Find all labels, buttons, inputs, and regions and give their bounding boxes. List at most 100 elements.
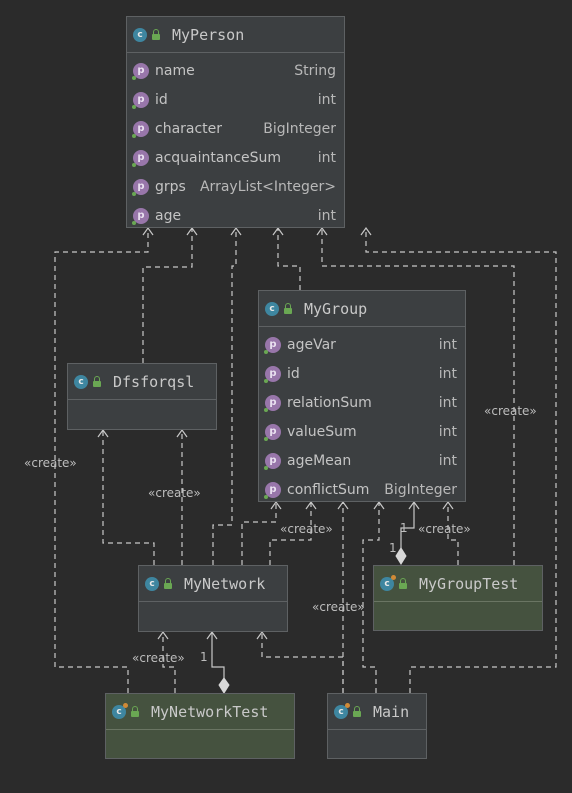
main-class-icon: c: [334, 702, 350, 719]
field-name: ageMean: [287, 452, 352, 469]
class-name: Dfsforqsl: [113, 372, 195, 391]
field-icon: p: [132, 149, 149, 167]
field-row: p age int: [127, 201, 344, 230]
field-icon: p: [132, 120, 149, 138]
field-icon: p: [132, 62, 149, 80]
public-lock-icon: [93, 375, 101, 387]
class-header: c MyNetworkTest: [106, 694, 294, 730]
field-icon: p: [132, 178, 149, 196]
field-name: id: [155, 91, 168, 108]
composition-mynetwork-mynetworktest: [211, 632, 225, 678]
class-header: c Main: [328, 694, 426, 730]
field-type: int: [438, 452, 457, 469]
field-icon: p: [132, 91, 149, 109]
field-name: conflictSum: [287, 481, 370, 498]
edge-main-mynetwork: [261, 632, 344, 693]
create-label: «create»: [132, 651, 185, 665]
field-name: ageVar: [287, 336, 336, 353]
class-name: MyGroup: [304, 299, 368, 318]
public-lock-icon: [152, 28, 160, 40]
edge-mynetwork-mygroup-a: [241, 502, 277, 565]
field-row: p ageMean int: [259, 446, 465, 475]
field-icon: p: [264, 365, 281, 383]
class-mygroup[interactable]: c MyGroup p ageVar int p id int p relati…: [258, 290, 466, 502]
class-icon: c: [145, 576, 159, 591]
class-main[interactable]: c Main: [327, 693, 427, 759]
field-type: int: [438, 365, 457, 382]
class-icon: c: [74, 374, 88, 389]
class-header: c Dfsforqsl: [68, 364, 216, 400]
create-label: «create»: [418, 522, 471, 536]
class-myperson[interactable]: c MyPerson p name String p id int p char…: [126, 16, 345, 228]
class-mygrouptest[interactable]: c MyGroupTest: [373, 565, 543, 631]
field-type: ArrayList<Integer>: [199, 178, 336, 195]
field-row: p name String: [127, 56, 344, 85]
field-name: name: [155, 62, 195, 79]
field-type: int: [317, 91, 336, 108]
class-name: MyGroupTest: [419, 574, 519, 593]
class-mynetworktest[interactable]: c MyNetworkTest: [105, 693, 295, 759]
create-label: «create»: [484, 404, 537, 418]
public-lock-icon: [284, 302, 292, 314]
edge-mygroup-myperson: [277, 228, 301, 290]
field-row: p ageVar int: [259, 330, 465, 359]
test-class-icon: c: [112, 702, 128, 719]
public-lock-icon: [164, 577, 172, 589]
edge-dfsforqsl-myperson: [142, 228, 193, 363]
field-name: character: [155, 120, 223, 137]
field-type: int: [317, 149, 336, 166]
class-name: Main: [373, 702, 410, 721]
field-icon: p: [264, 336, 281, 354]
public-lock-icon: [399, 577, 407, 589]
edge-mynetwork-dfsforqsl-a: [102, 430, 155, 565]
create-label: «create»: [148, 486, 201, 500]
field-type: int: [438, 394, 457, 411]
field-type: BigInteger: [384, 481, 457, 498]
field-icon: p: [264, 452, 281, 470]
field-icon: p: [264, 423, 281, 441]
class-header: c MyGroup: [259, 291, 465, 327]
field-type: BigInteger: [263, 120, 336, 137]
field-type: int: [317, 207, 336, 224]
field-row: p valueSum int: [259, 417, 465, 446]
class-icon: c: [133, 27, 147, 42]
field-type: int: [438, 336, 457, 353]
field-row: p id int: [259, 359, 465, 388]
public-lock-icon: [131, 705, 139, 717]
field-row: p id int: [127, 85, 344, 114]
class-name: MyPerson: [172, 25, 245, 44]
class-dfsforqsl[interactable]: c Dfsforqsl: [67, 363, 217, 430]
field-row: p conflictSum BigInteger: [259, 475, 465, 504]
multiplicity-label: 1: [200, 650, 208, 664]
class-icon: c: [265, 301, 279, 316]
class-header: c MyGroupTest: [374, 566, 542, 602]
field-icon: p: [132, 207, 149, 225]
class-header: c MyPerson: [127, 17, 344, 53]
field-name: acquaintanceSum: [155, 149, 282, 166]
class-header: c MyNetwork: [139, 566, 287, 602]
create-label: «create»: [24, 456, 77, 470]
field-icon: p: [264, 394, 281, 412]
diamond-mygrouptest: [395, 547, 407, 565]
field-row: p acquaintanceSum int: [127, 143, 344, 172]
field-row: p grps ArrayList<Integer>: [127, 172, 344, 201]
field-type: String: [294, 62, 336, 79]
field-name: valueSum: [287, 423, 357, 440]
class-name: MyNetwork: [184, 574, 266, 593]
field-row: p relationSum int: [259, 388, 465, 417]
field-name: age: [155, 207, 182, 224]
field-type: int: [438, 423, 457, 440]
test-class-icon: c: [380, 574, 396, 591]
multiplicity-label: 1: [389, 541, 397, 555]
create-label: «create»: [280, 522, 333, 536]
field-name: grps: [155, 178, 186, 195]
field-row: p character BigInteger: [127, 114, 344, 143]
class-name: MyNetworkTest: [151, 702, 269, 721]
field-name: relationSum: [287, 394, 372, 411]
multiplicity-label: 1: [400, 521, 408, 535]
diamond-mynetworktest: [218, 677, 230, 694]
create-label: «create»: [312, 600, 365, 614]
public-lock-icon: [353, 705, 361, 717]
class-mynetwork[interactable]: c MyNetwork: [138, 565, 288, 632]
field-icon: p: [264, 481, 281, 499]
